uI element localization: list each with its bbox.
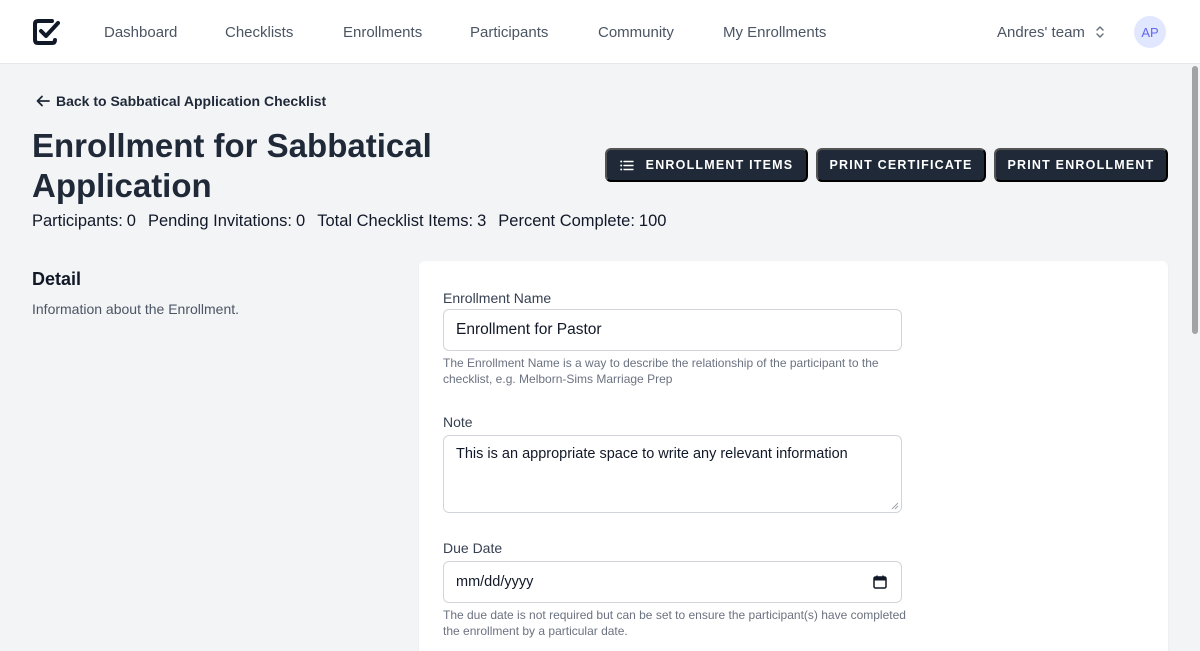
stat-label: Participants: [32, 212, 123, 230]
enrollment-items-label: ENROLLMENT ITEMS [645, 158, 794, 172]
stat-value: 0 [126, 212, 136, 230]
enrollment-name-label: Enrollment Name [443, 290, 552, 306]
detail-section-description: Information about the Enrollment. [32, 301, 240, 317]
stat-label: Percent Complete: [498, 212, 635, 230]
stat-pending-invitations: Pending Invitations: 0 [148, 212, 305, 232]
team-switcher[interactable]: Andres' team [997, 23, 1105, 41]
detail-section-title: Detail [32, 269, 82, 289]
stat-value: 100 [638, 212, 667, 230]
user-avatar[interactable]: AP [1134, 16, 1166, 48]
nav-community[interactable]: Community [598, 24, 674, 42]
note-label: Note [443, 414, 473, 430]
nav-participants[interactable]: Participants [470, 24, 548, 42]
back-to-checklist-link[interactable]: Back to Sabbatical Application Checklist [36, 92, 326, 110]
enrollment-stats: Participants: 0 Pending Invitations: 0 T… [32, 212, 666, 232]
calendar-icon[interactable] [873, 575, 887, 589]
print-certificate-button[interactable]: PRINT CERTIFICATE [816, 148, 986, 182]
stat-label: Total Checklist Items: [317, 212, 474, 230]
nav-dashboard[interactable]: Dashboard [104, 24, 177, 42]
due-date-placeholder: mm/dd/yyyy [456, 574, 534, 590]
checklist-logo-icon[interactable] [32, 18, 60, 46]
chevron-up-down-icon [1096, 26, 1104, 38]
back-link-label: Back to Sabbatical Application Checklist [56, 93, 327, 109]
enrollment-items-button[interactable]: ENROLLMENT ITEMS [605, 148, 808, 182]
stat-total-checklist-items: Total Checklist Items: 3 [317, 212, 486, 232]
stat-value: 0 [296, 212, 306, 230]
enrollment-name-help: The Enrollment Name is a way to describe… [443, 356, 879, 386]
list-icon [619, 160, 634, 170]
scrollbar-thumb[interactable] [1192, 66, 1198, 334]
due-date-label: Due Date [443, 540, 503, 556]
nav-my-enrollments[interactable]: My Enrollments [723, 24, 826, 42]
team-name: Andres' team [997, 23, 1085, 41]
arrow-left-icon [36, 95, 50, 107]
page-scrollbar[interactable] [1190, 64, 1200, 651]
stat-value: 3 [477, 212, 487, 230]
resize-grip-icon[interactable] [891, 502, 899, 510]
stat-label: Pending Invitations: [147, 212, 292, 230]
due-date-input[interactable]: mm/dd/yyyy [443, 561, 902, 603]
note-textarea[interactable]: This is an appropriate space to write an… [443, 435, 902, 513]
due-date-help: The due date is not required but can be … [443, 608, 906, 638]
nav-enrollments[interactable]: Enrollments [343, 24, 422, 42]
stat-participants: Participants: 0 [32, 212, 136, 232]
nav-checklists[interactable]: Checklists [225, 24, 293, 42]
note-value: This is an appropriate space to write an… [456, 446, 848, 462]
enrollment-name-input[interactable]: Enrollment for Pastor [443, 309, 902, 351]
enrollment-name-value: Enrollment for Pastor [456, 321, 602, 338]
page-title: Enrollment for Sabbatical Application [32, 127, 432, 204]
stat-percent-complete: Percent Complete: 100 [498, 212, 666, 232]
top-navbar: Dashboard Checklists Enrollments Partici… [0, 0, 1200, 64]
print-enrollment-button[interactable]: PRINT ENROLLMENT [994, 148, 1168, 182]
